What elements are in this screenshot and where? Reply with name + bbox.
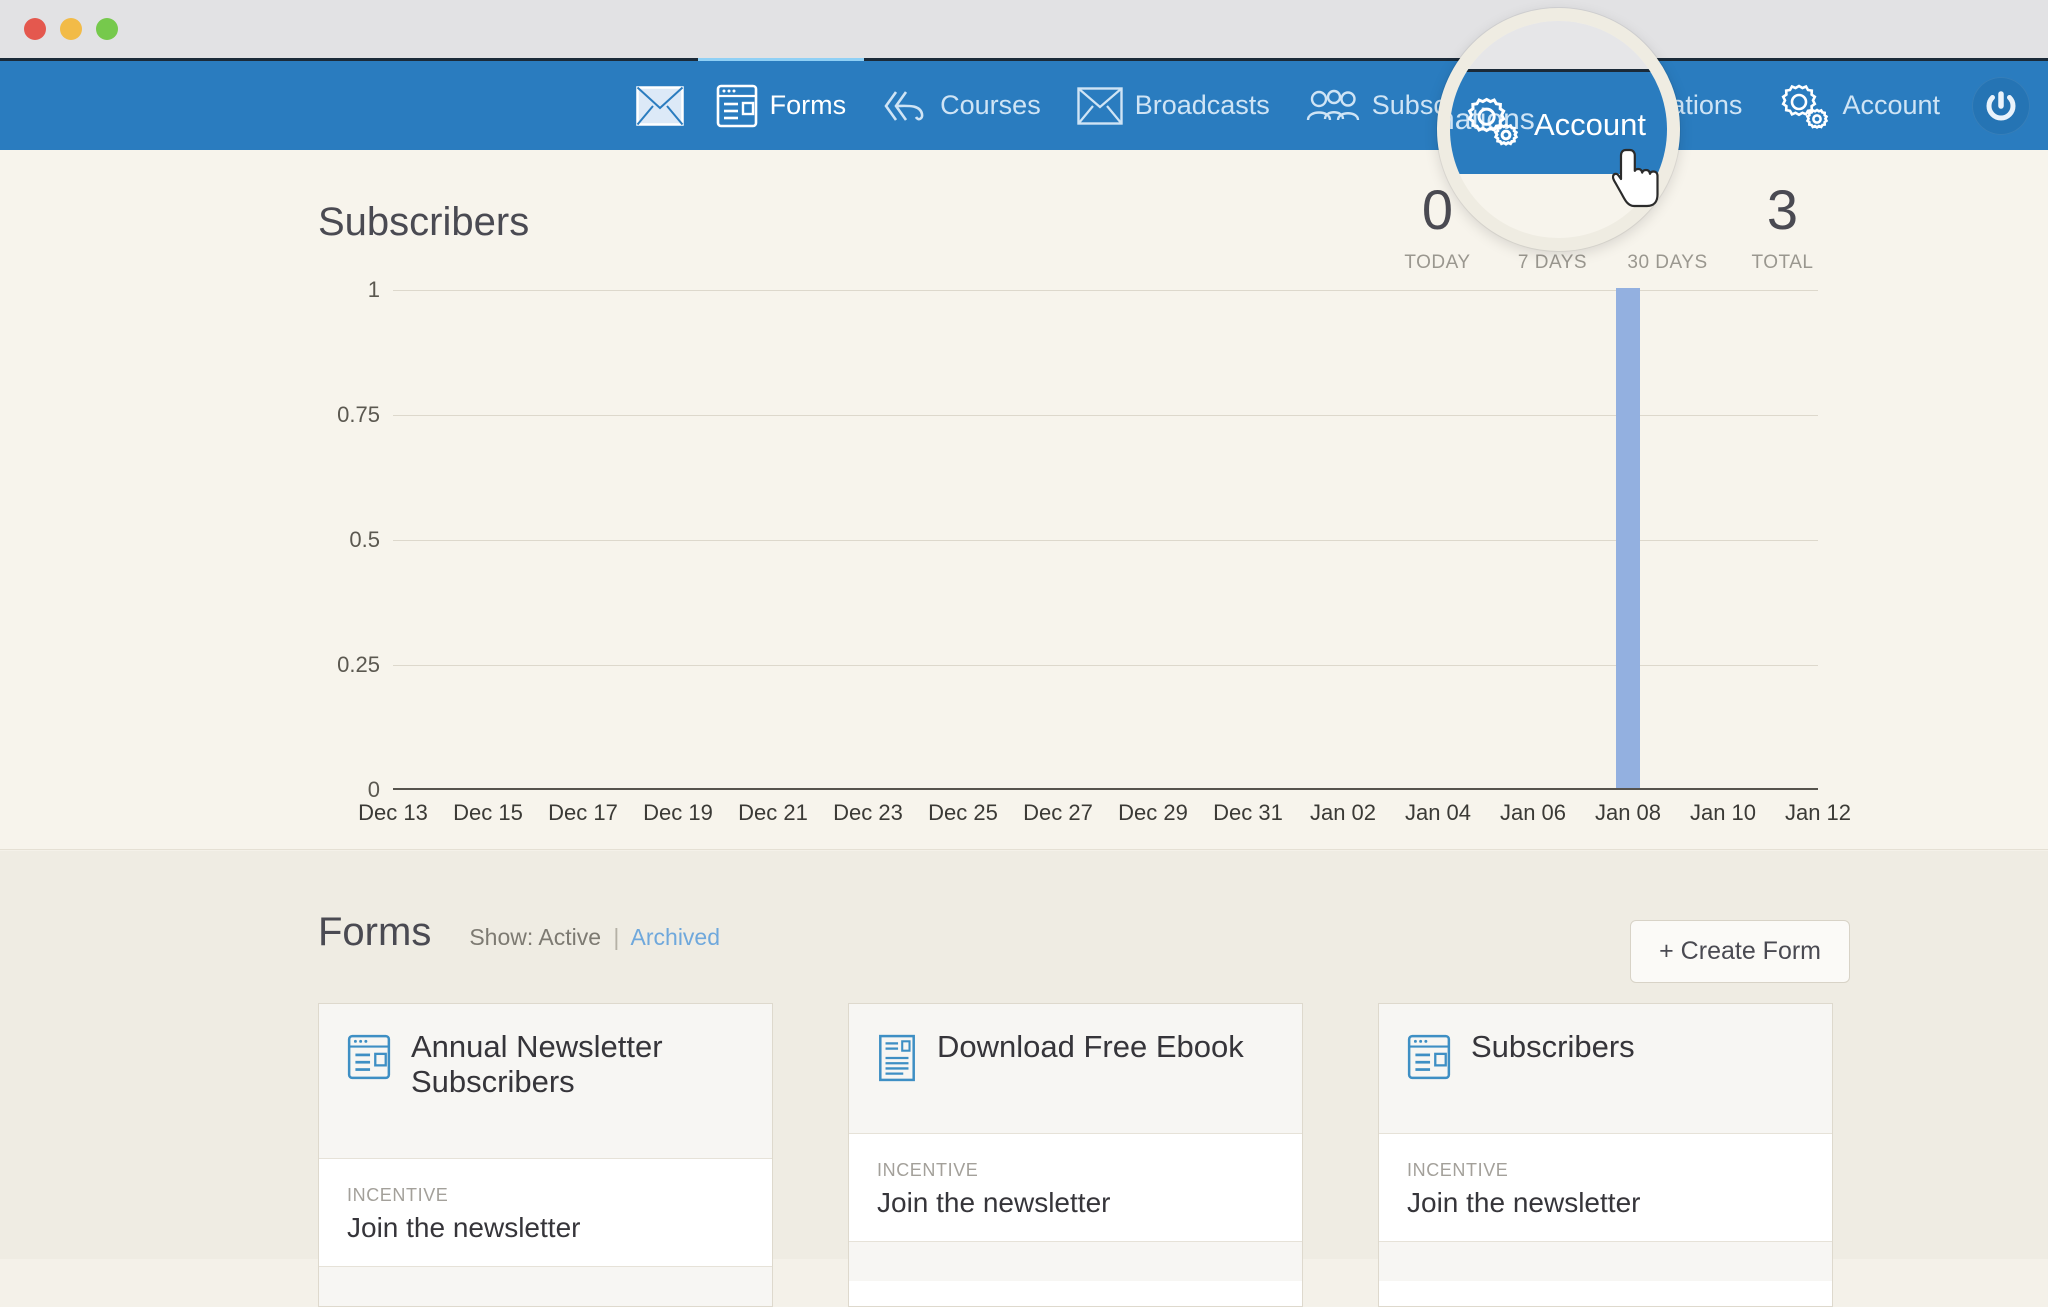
chart-x-tick-label: Dec 13 bbox=[358, 800, 428, 825]
magnified-account-item[interactable]: Account bbox=[1464, 95, 1646, 155]
form-cards-grid: Annual Newsletter Subscribers INCENTIVE Jo… bbox=[318, 1003, 1833, 1307]
incentive-label: INCENTIVE bbox=[877, 1160, 979, 1180]
page-title: Subscribers bbox=[318, 200, 530, 244]
nav-label-broadcasts: Broadcasts bbox=[1134, 90, 1270, 120]
forms-header: Forms Show: Active | Archived bbox=[318, 910, 720, 955]
incentive-value: Join the newsletter bbox=[347, 1212, 581, 1243]
form-card-header: Subscribers bbox=[1379, 1004, 1832, 1134]
stat-30days-label: 30 DAYS bbox=[1627, 252, 1708, 273]
chart-x-tick-label: Dec 21 bbox=[738, 800, 808, 825]
main-navigation-bar: Forms Courses Broadcasts Account bbox=[0, 58, 2048, 150]
chart-y-tick-label: 0.5 bbox=[349, 527, 380, 552]
chart-x-tick-label: Jan 04 bbox=[1404, 800, 1472, 825]
form-card-footer bbox=[849, 1241, 1302, 1281]
chart-plot-area bbox=[393, 288, 1818, 791]
form-card-title: Download Free Ebook bbox=[937, 1029, 1244, 1064]
chart-gridline bbox=[393, 290, 1818, 291]
forms-filter: Show: Active | Archived bbox=[469, 924, 720, 951]
form-window-icon bbox=[716, 84, 758, 128]
zoom-window-button[interactable] bbox=[96, 18, 118, 40]
nav-item-forms[interactable]: Forms bbox=[697, 58, 865, 150]
incentive-value: Join the newsletter bbox=[1407, 1187, 1641, 1218]
nav-label-account: Account bbox=[1842, 90, 1940, 120]
incentive-label: INCENTIVE bbox=[347, 1185, 449, 1205]
chart-gridline bbox=[393, 415, 1818, 416]
form-card-title: Subscribers bbox=[1471, 1029, 1635, 1064]
window-titlebar bbox=[0, 0, 2048, 58]
courses-chevrons-icon bbox=[882, 86, 928, 126]
chart-x-tick-label: Dec 25 bbox=[928, 800, 998, 825]
create-form-button[interactable]: + Create Form bbox=[1630, 920, 1850, 983]
form-card[interactable]: Download Free Ebook INCENTIVE Join the new… bbox=[848, 1003, 1303, 1307]
forms-filter-active[interactable]: Active bbox=[538, 924, 601, 950]
chart-x-tick-label: Dec 19 bbox=[643, 800, 713, 825]
chart-x-tick-label: Dec 15 bbox=[453, 800, 523, 825]
forms-title: Forms bbox=[318, 910, 432, 954]
close-window-button[interactable] bbox=[24, 18, 46, 40]
chart-y-tick-label: 0.75 bbox=[337, 402, 380, 427]
chart-x-tick-label: Jan 06 bbox=[1499, 800, 1567, 825]
stat-total: 3 TOTAL bbox=[1725, 182, 1840, 274]
forms-filter-separator: | bbox=[613, 924, 620, 950]
nav-item-courses[interactable]: Courses bbox=[864, 61, 1059, 150]
forms-filter-prefix: Show: bbox=[469, 924, 534, 950]
nav-label-forms: Forms bbox=[769, 90, 847, 120]
minimize-window-button[interactable] bbox=[60, 18, 82, 40]
people-group-icon bbox=[1306, 86, 1360, 126]
nav-item-broadcasts[interactable]: Broadcasts bbox=[1059, 61, 1288, 150]
form-card-title: Annual Newsletter Subscribers bbox=[411, 1029, 663, 1099]
form-card[interactable]: Subscribers INCENTIVE Join the newsletter bbox=[1378, 1003, 1833, 1307]
chart-gridline bbox=[393, 790, 1818, 791]
magnified-account-label: Account bbox=[1534, 107, 1647, 142]
envelope-icon bbox=[1077, 86, 1123, 125]
form-card[interactable]: Annual Newsletter Subscribers INCENTIVE Jo… bbox=[318, 1003, 773, 1307]
chart-gridline bbox=[393, 540, 1818, 541]
form-window-icon bbox=[1407, 1034, 1451, 1085]
stat-total-label: TOTAL bbox=[1751, 252, 1814, 273]
chart-y-tick-label: 1 bbox=[367, 277, 380, 302]
nav-label-courses: Courses bbox=[940, 90, 1041, 120]
form-card-header: Annual Newsletter Subscribers bbox=[319, 1004, 772, 1159]
chart-x-tick-label: Dec 23 bbox=[833, 800, 903, 825]
form-window-icon bbox=[347, 1034, 391, 1085]
chart-x-tick-label: Dec 29 bbox=[1118, 800, 1188, 825]
pointing-hand-cursor bbox=[1611, 148, 1664, 210]
chart-x-tick-label: Jan 08 bbox=[1594, 800, 1662, 825]
chart-y-tick-label: 0.25 bbox=[337, 652, 380, 677]
form-card-body: INCENTIVE Join the newsletter bbox=[849, 1134, 1302, 1241]
stat-today-label: TODAY bbox=[1404, 252, 1471, 273]
form-card-body: INCENTIVE Join the newsletter bbox=[319, 1159, 772, 1266]
chart-x-tick-label: Dec 17 bbox=[548, 800, 618, 825]
power-button-icon[interactable] bbox=[1972, 76, 2030, 135]
gears-icon bbox=[1778, 82, 1830, 130]
app-logo[interactable] bbox=[622, 61, 698, 150]
chart-gridline bbox=[393, 665, 1818, 666]
nav-items: Forms Courses Broadcasts Account bbox=[622, 58, 1958, 150]
chart-x-tick-label: Jan 10 bbox=[1689, 800, 1757, 825]
nav-item-account[interactable]: Account bbox=[1760, 61, 1958, 150]
magnified-titlebar bbox=[1450, 21, 1667, 69]
chart-x-tick-label: Dec 27 bbox=[1023, 800, 1093, 825]
incentive-label: INCENTIVE bbox=[1407, 1160, 1509, 1180]
chart-x-tick-label: Jan 12 bbox=[1784, 800, 1852, 825]
chart-x-tick-label: Dec 31 bbox=[1213, 800, 1283, 825]
stat-total-value: 3 bbox=[1766, 178, 1799, 241]
incentive-value: Join the newsletter bbox=[877, 1187, 1111, 1218]
chart-x-axis: Dec 13 Dec 15 Dec 17 Dec 19 Dec 21 Dec 23 Dec … bbox=[358, 800, 1851, 840]
chart-bar[interactable] bbox=[1616, 288, 1640, 788]
form-card-footer bbox=[319, 1266, 772, 1306]
form-card-body: INCENTIVE Join the newsletter bbox=[1379, 1134, 1832, 1241]
form-card-header: Download Free Ebook bbox=[849, 1004, 1302, 1134]
forms-filter-archived[interactable]: Archived bbox=[631, 924, 720, 950]
chart-x-tick-label: Jan 02 bbox=[1309, 800, 1377, 825]
window-controls bbox=[24, 18, 118, 40]
stat-7days-label: 7 DAYS bbox=[1517, 252, 1588, 273]
landing-page-icon bbox=[877, 1034, 917, 1087]
magnifier-overlay: Automations Account bbox=[1437, 8, 1680, 251]
gears-icon bbox=[1464, 95, 1520, 155]
envelope-logo-icon bbox=[635, 85, 684, 126]
form-card-footer bbox=[1379, 1241, 1832, 1281]
subscribers-bar-chart: 0 0.25 0.5 0.75 1 bbox=[318, 277, 1818, 802]
